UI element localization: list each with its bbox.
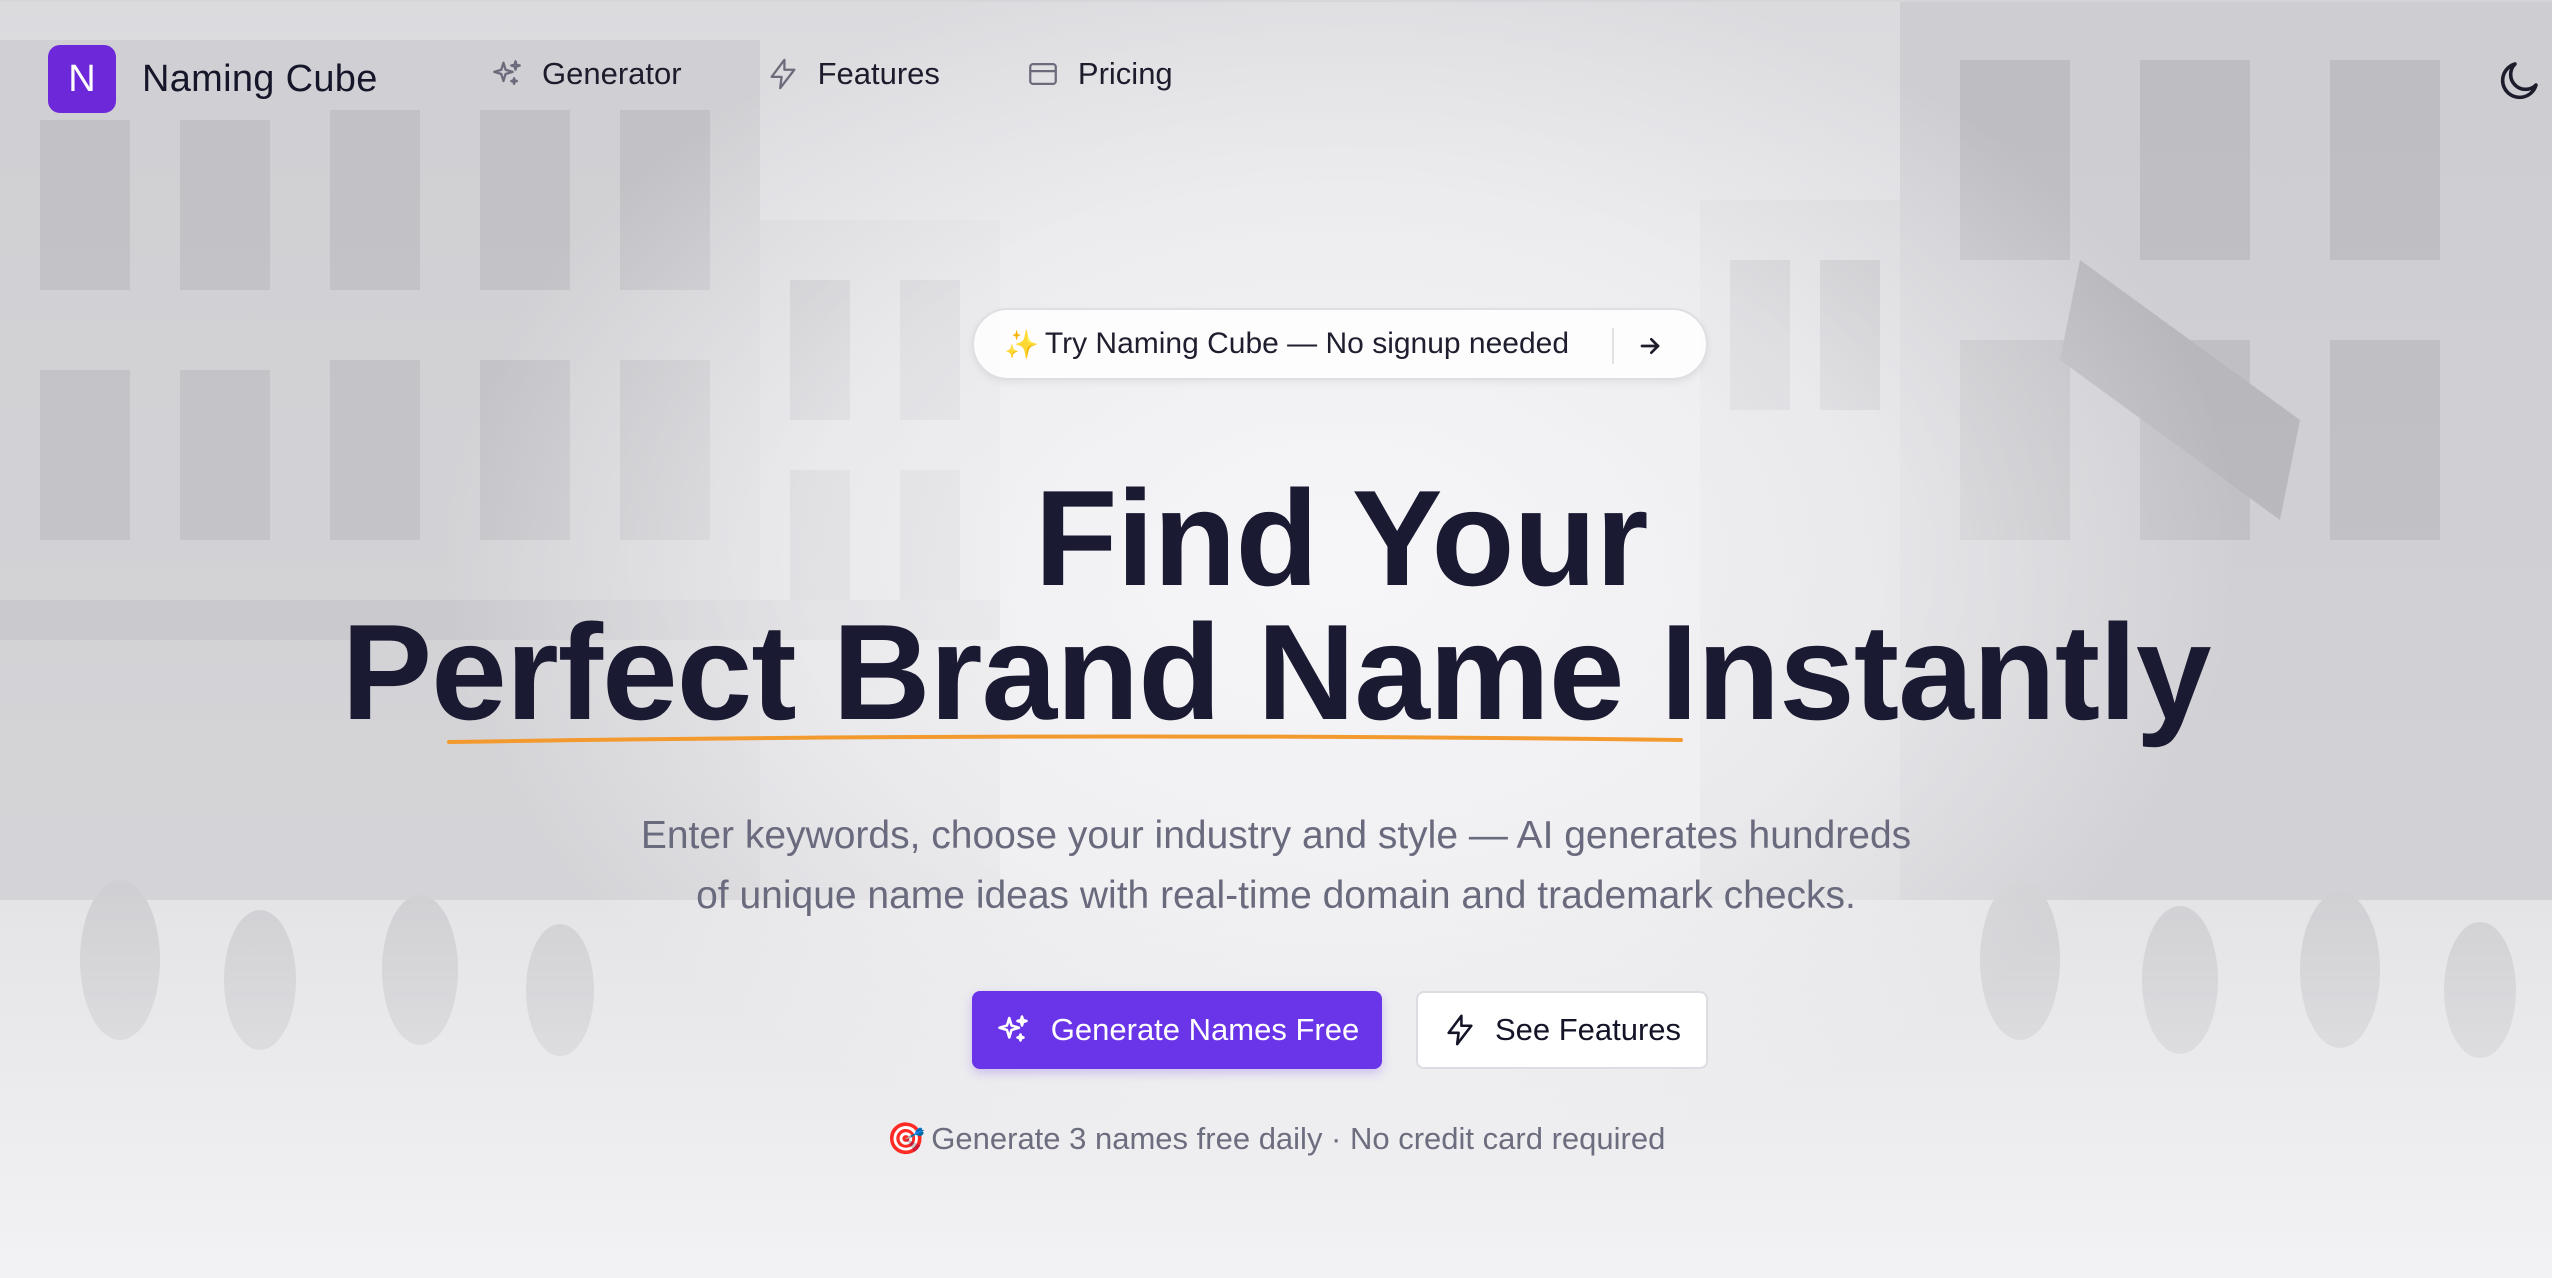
- nav-item-pricing[interactable]: Pricing: [1026, 56, 1173, 92]
- hero-title-line1: Find Your: [1034, 462, 1648, 614]
- lightning-icon: [770, 58, 796, 90]
- nav-item-label: Features: [817, 56, 940, 91]
- sparkles-icon: [493, 60, 521, 86]
- nav-item-label: Pricing: [1077, 56, 1173, 91]
- moon-icon: [2500, 62, 2538, 100]
- logo-mark: N: [48, 45, 116, 113]
- see-features-label: See Features: [1494, 1012, 1682, 1047]
- sparkles-icon: [998, 1015, 1028, 1042]
- nav-item-generator[interactable]: Generator: [490, 56, 682, 92]
- hero-subtitle: Enter keywords, choose your industry and…: [0, 806, 2552, 926]
- nav-item-features[interactable]: Features: [766, 56, 940, 92]
- hero-title-rest: Instantly: [1623, 596, 2211, 748]
- brand-name: Naming Cube: [142, 57, 378, 100]
- announcement-pill[interactable]: ✨ Try Naming Cube — No signup needed: [972, 308, 1708, 380]
- announcement-text: Try Naming Cube — No signup needed: [1044, 327, 1570, 360]
- nav-item-label: Generator: [542, 56, 682, 91]
- target-icon: 🎯: [886, 1121, 926, 1156]
- brand-logo-link[interactable]: N Naming Cube: [48, 45, 378, 113]
- main-nav: Generator Features Pricing: [490, 56, 1173, 92]
- free-usage-note: 🎯 Generate 3 names free daily · No credit…: [0, 1120, 2552, 1157]
- hero-subtitle-line2: of unique name ideas with real-time doma…: [696, 874, 1856, 917]
- free-usage-text: Generate 3 names free daily · No credit …: [931, 1121, 1666, 1156]
- hero-subtitle-line1: Enter keywords, choose your industry and…: [640, 814, 1912, 857]
- landing-page: N Naming Cube Generator Features Pricing…: [0, 0, 2552, 1278]
- theme-toggle-button[interactable]: [2496, 56, 2544, 104]
- cta-row: Generate Names Free See Features: [972, 991, 1708, 1069]
- arrow-right-icon: [1640, 338, 1660, 354]
- credit-card-icon: [1029, 62, 1057, 86]
- hero-title: Find Your Perfect Brand Name Instantly: [0, 462, 2552, 740]
- site-header: N Naming Cube Generator Features Pricing: [0, 0, 2552, 160]
- title-highlight-underline: [447, 734, 1683, 744]
- lightning-icon: [1447, 1014, 1473, 1046]
- logo-letter: N: [68, 57, 96, 100]
- pill-divider: [1612, 328, 1614, 364]
- generate-names-label: Generate Names Free: [1050, 1012, 1360, 1047]
- generate-names-button[interactable]: Generate Names Free: [972, 991, 1382, 1069]
- see-features-button[interactable]: See Features: [1416, 991, 1708, 1069]
- sparkle-emoji-icon: ✨: [1004, 328, 1039, 360]
- hero-title-line2: Perfect Brand Name Instantly: [0, 604, 2552, 740]
